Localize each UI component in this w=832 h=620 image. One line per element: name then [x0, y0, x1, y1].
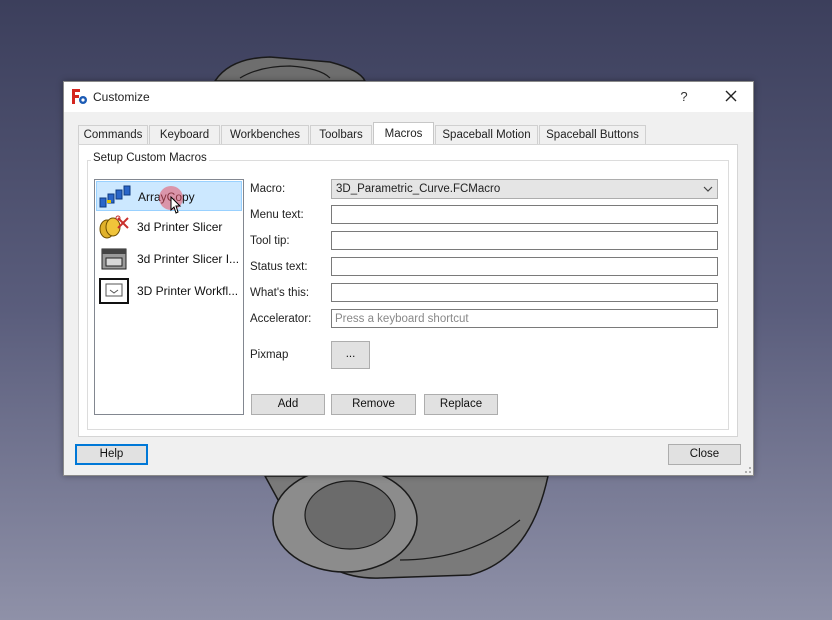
freecad-app-icon: [72, 89, 87, 104]
accelerator-input[interactable]: [331, 309, 718, 328]
window-title: Customize: [93, 90, 150, 104]
macro-select[interactable]: 3D_Parametric_Curve.FCMacro: [331, 179, 718, 199]
tab-spaceball-motion[interactable]: Spaceball Motion: [435, 125, 538, 144]
add-button[interactable]: Add: [251, 394, 325, 415]
tool-tip-input[interactable]: [331, 231, 718, 250]
group-title: Setup Custom Macros: [91, 152, 209, 164]
list-item-label: 3D Printer Workfl...: [137, 284, 239, 298]
status-text-label: Status text:: [250, 261, 308, 273]
tab-macros[interactable]: Macros: [373, 122, 434, 145]
macro-select-value: 3D_Parametric_Curve.FCMacro: [336, 183, 501, 195]
chevron-down-icon: [703, 186, 713, 192]
customize-dialog: Customize ? Commands Keyboard Workbenche…: [63, 81, 754, 476]
remove-button[interactable]: Remove: [331, 394, 416, 415]
close-button[interactable]: Close: [668, 444, 741, 465]
title-bar: Customize ?: [64, 82, 753, 112]
list-item-3d-printer-workflow[interactable]: 3D Printer Workfl...: [96, 276, 242, 306]
resize-grip-icon[interactable]: [742, 464, 752, 474]
tab-spaceball-buttons[interactable]: Spaceball Buttons: [539, 125, 646, 144]
pixmap-browse-button[interactable]: ...: [331, 341, 370, 369]
tab-workbenches[interactable]: Workbenches: [221, 125, 309, 144]
accelerator-label: Accelerator:: [250, 313, 312, 325]
menu-text-input[interactable]: [331, 205, 718, 224]
list-item-3d-printer-slicer-i[interactable]: 3d Printer Slicer I...: [96, 244, 242, 274]
array-copy-icon: [99, 185, 131, 208]
close-window-icon[interactable]: [719, 86, 743, 108]
menu-text-label: Menu text:: [250, 209, 304, 221]
list-item-arraycopy[interactable]: ArrayCopy: [96, 181, 242, 214]
whats-this-input[interactable]: [331, 283, 718, 302]
slicer-icon: [99, 215, 129, 239]
whats-this-label: What's this:: [250, 287, 310, 299]
macro-list[interactable]: ArrayCopy 3d Printer Slicer: [94, 179, 244, 415]
slicer-box-icon: [101, 248, 127, 270]
list-item-label: 3d Printer Slicer I...: [137, 252, 240, 266]
macros-tab-panel: Setup Custom Macros ArrayCopy: [78, 144, 738, 437]
macro-label: Macro:: [250, 183, 286, 195]
help-button[interactable]: Help: [75, 444, 148, 465]
printer-workflow-icon: [99, 278, 129, 304]
list-item-label: 3d Printer Slicer: [137, 220, 223, 234]
status-text-input[interactable]: [331, 257, 718, 276]
tab-commands[interactable]: Commands: [78, 125, 148, 144]
list-item-3d-printer-slicer[interactable]: 3d Printer Slicer: [96, 212, 242, 242]
tool-tip-label: Tool tip:: [250, 235, 290, 247]
replace-button[interactable]: Replace: [424, 394, 498, 415]
tab-keyboard[interactable]: Keyboard: [149, 125, 220, 144]
pixmap-label: Pixmap: [250, 349, 289, 361]
help-question-button[interactable]: ?: [674, 87, 694, 107]
setup-custom-macros-group: Setup Custom Macros ArrayCopy: [87, 152, 729, 430]
tab-toolbars[interactable]: Toolbars: [310, 125, 372, 144]
